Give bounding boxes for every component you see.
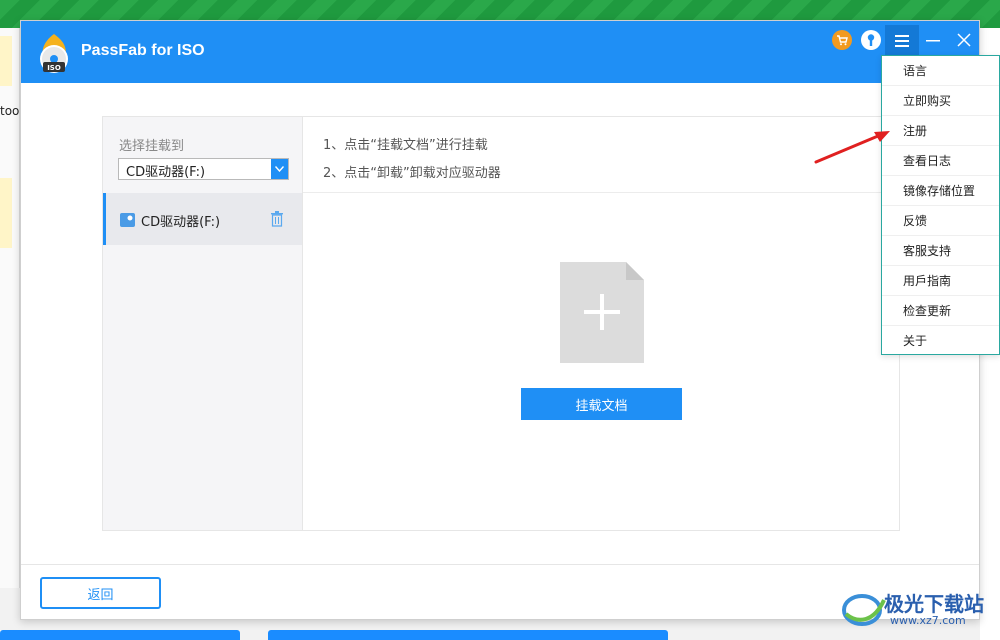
watermark-url: www.xz7.com bbox=[890, 614, 966, 627]
menu-item-support[interactable]: 客服支持 bbox=[882, 236, 999, 266]
drive-sidebar: 选择挂载到 CD驱动器(F:) CD驱动器(F:) bbox=[103, 117, 303, 530]
drive-select[interactable]: CD驱动器(F:) bbox=[118, 158, 289, 180]
menu-item-register[interactable]: 注册 bbox=[882, 116, 999, 146]
mount-target-label: 选择挂载到 bbox=[119, 139, 185, 154]
background-text: too bbox=[0, 104, 20, 118]
cart-icon[interactable] bbox=[831, 29, 853, 51]
background-window-left: too bbox=[0, 28, 20, 588]
drive-select-value: CD驱动器(F:) bbox=[126, 165, 206, 180]
disk-icon bbox=[120, 212, 135, 227]
menu-item-view-log[interactable]: 查看日志 bbox=[882, 146, 999, 176]
logo-badge-text: ISO bbox=[47, 64, 61, 72]
background-highlight bbox=[0, 36, 12, 86]
menu-item-image-storage[interactable]: 镜像存储位置 bbox=[882, 176, 999, 206]
background-taskbar-item[interactable] bbox=[0, 630, 240, 640]
chevron-down-icon[interactable] bbox=[271, 159, 288, 179]
trash-icon[interactable] bbox=[270, 211, 284, 227]
instruction-unmount: 2、点击“卸载”卸载对应驱动器 bbox=[323, 166, 501, 181]
sidebar-item-drive[interactable]: CD驱动器(F:) bbox=[103, 193, 302, 245]
background-highlight bbox=[0, 178, 12, 248]
instruction-mount: 1、点击“挂载文档”进行挂载 bbox=[323, 138, 488, 153]
background-taskbar-item[interactable] bbox=[268, 630, 668, 640]
menu-icon[interactable] bbox=[885, 25, 919, 57]
menu-item-buy-now[interactable]: 立即购买 bbox=[882, 86, 999, 116]
menu-item-about[interactable]: 关于 bbox=[882, 326, 999, 356]
close-icon[interactable] bbox=[953, 29, 975, 51]
back-button[interactable]: 返回 bbox=[40, 577, 161, 609]
watermark-text: 极光下载站 bbox=[884, 592, 984, 616]
menu-item-check-update[interactable]: 检查更新 bbox=[882, 296, 999, 326]
footer-divider bbox=[21, 564, 979, 565]
app-logo-icon: ISO bbox=[35, 32, 73, 74]
menu-item-user-guide[interactable]: 用戶指南 bbox=[882, 266, 999, 296]
content-panel: 选择挂载到 CD驱动器(F:) CD驱动器(F:) 1、点击“挂载文档”进行挂载… bbox=[102, 116, 900, 531]
help-icon[interactable] bbox=[860, 29, 882, 51]
app-title: PassFab for ISO bbox=[81, 42, 205, 59]
annotation-arrow-icon bbox=[812, 128, 894, 168]
minimize-icon[interactable] bbox=[922, 29, 944, 51]
app-window: ISO PassFab for ISO 选择挂载到 CD驱动器(F:) CD驱动… bbox=[20, 20, 980, 620]
add-file-icon[interactable] bbox=[560, 262, 644, 363]
mount-file-button[interactable]: 挂载文档 bbox=[521, 388, 682, 420]
menu-item-language[interactable]: 语言 bbox=[882, 56, 999, 86]
drive-name: CD驱动器(F:) bbox=[141, 215, 221, 230]
menu-item-feedback[interactable]: 反馈 bbox=[882, 206, 999, 236]
title-bar: ISO PassFab for ISO bbox=[21, 21, 979, 83]
settings-dropdown-menu: 语言 立即购买 注册 查看日志 镜像存储位置 反馈 客服支持 用戶指南 检查更新… bbox=[881, 55, 1000, 355]
divider bbox=[303, 192, 899, 193]
